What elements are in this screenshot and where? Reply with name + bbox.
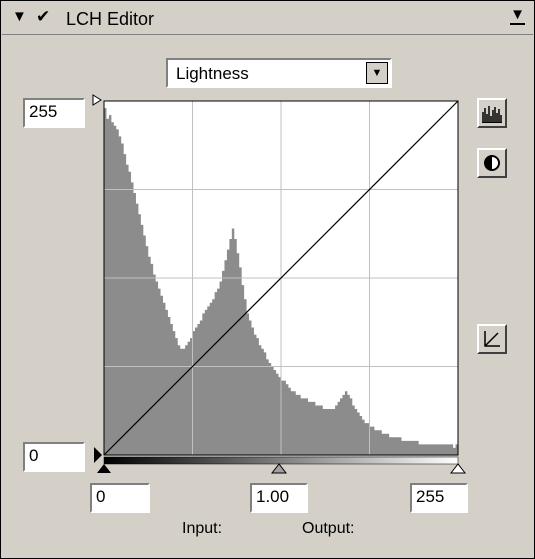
input-black-slider[interactable] xyxy=(97,464,111,473)
output-max-slider[interactable] xyxy=(92,94,102,106)
input-gamma-slider[interactable] xyxy=(270,463,288,474)
output-label: Output: xyxy=(302,520,355,537)
input-label: Input: xyxy=(182,520,223,537)
input-gradient-bar xyxy=(103,456,459,465)
output-min-slider[interactable] xyxy=(94,447,102,463)
curve-graph[interactable] xyxy=(0,0,535,559)
input-white-slider[interactable] xyxy=(449,463,467,474)
